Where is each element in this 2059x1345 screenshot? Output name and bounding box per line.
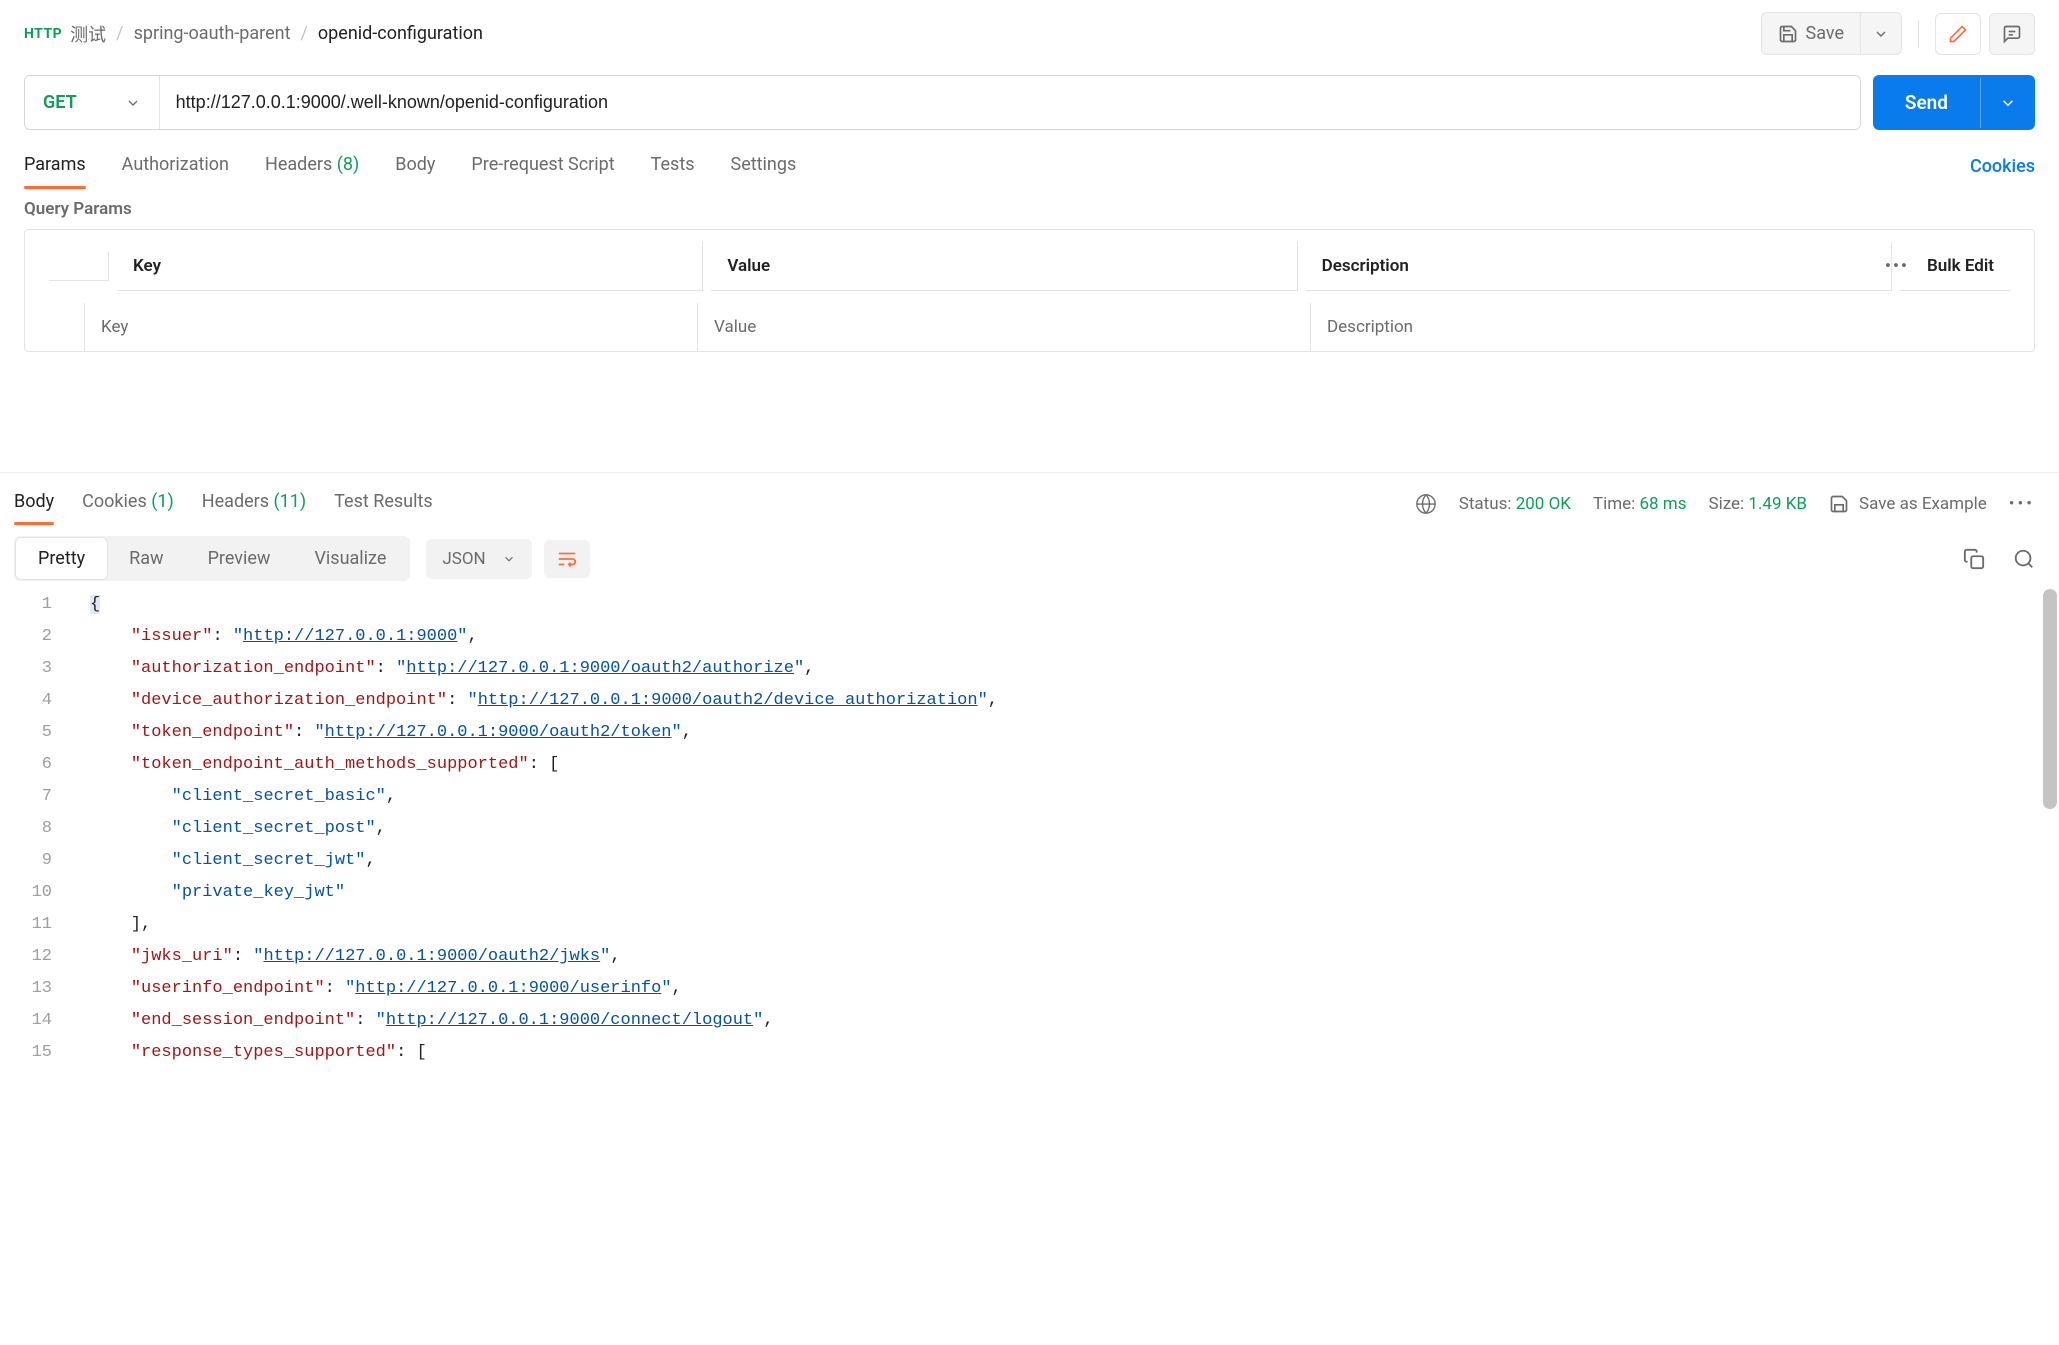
tab-body[interactable]: Body: [395, 146, 435, 187]
tab-params[interactable]: Params: [24, 146, 86, 187]
breadcrumb-root[interactable]: 测试: [70, 21, 106, 47]
cookies-link[interactable]: Cookies: [1970, 156, 2035, 177]
copy-icon[interactable]: [1963, 548, 1985, 570]
value-input[interactable]: Value: [698, 303, 1311, 351]
column-value: Value: [711, 242, 1297, 291]
send-dropdown-button[interactable]: [1980, 78, 2035, 128]
chevron-down-icon: [1873, 26, 1889, 42]
tab-headers-label: Headers: [265, 154, 332, 175]
key-input[interactable]: Key: [85, 303, 698, 351]
breadcrumb-sep: /: [300, 23, 307, 44]
breadcrumb-current: openid-configuration: [318, 23, 483, 44]
view-pretty[interactable]: Pretty: [16, 538, 107, 579]
breadcrumb-sep: /: [116, 23, 123, 44]
save-button-label: Save: [1806, 23, 1845, 44]
method-label: GET: [43, 92, 77, 113]
size-label: Size: 1.49 KB: [1709, 494, 1808, 514]
url-input[interactable]: [160, 76, 1860, 129]
search-icon[interactable]: [2013, 548, 2035, 570]
breadcrumb-parent[interactable]: spring-oauth-parent: [134, 23, 291, 44]
tab-prerequest[interactable]: Pre-request Script: [471, 146, 614, 187]
response-tab-headers[interactable]: Headers (11): [202, 483, 306, 524]
breadcrumb: 测试 / spring-oauth-parent / openid-config…: [70, 21, 1752, 47]
divider: [1918, 20, 1919, 48]
response-tab-cookies[interactable]: Cookies (1): [82, 483, 174, 524]
edit-button[interactable]: [1935, 13, 1981, 55]
content-type-select[interactable]: JSON: [426, 539, 531, 579]
tab-authorization[interactable]: Authorization: [122, 146, 229, 187]
tab-tests[interactable]: Tests: [651, 146, 695, 187]
save-as-example-button[interactable]: Save as Example: [1829, 494, 1987, 514]
scrollbar[interactable]: [2043, 589, 2057, 809]
comments-button[interactable]: [1989, 13, 2035, 55]
response-body[interactable]: 1{ 2 "issuer": "http://127.0.0.1:9000", …: [0, 589, 2059, 1069]
pencil-icon: [1948, 24, 1968, 44]
wrap-icon: [556, 548, 578, 570]
view-visualize[interactable]: Visualize: [292, 538, 408, 579]
response-tab-body[interactable]: Body: [14, 483, 54, 524]
chevron-down-icon: [502, 552, 516, 566]
save-dropdown-button[interactable]: [1861, 12, 1902, 55]
http-method-badge: HTTP: [24, 24, 62, 44]
more-icon[interactable]: •••: [1885, 256, 1909, 276]
view-preview[interactable]: Preview: [186, 538, 293, 579]
column-description: Description: [1306, 242, 1892, 291]
comment-icon: [2002, 24, 2022, 44]
globe-icon[interactable]: [1415, 493, 1437, 515]
table-row[interactable]: Key Value Description: [25, 303, 2034, 351]
more-actions-button[interactable]: •••: [2009, 494, 2035, 514]
send-button[interactable]: Send: [1873, 75, 1980, 130]
chevron-down-icon: [1999, 94, 2017, 112]
tab-settings[interactable]: Settings: [731, 146, 797, 187]
chevron-down-icon: [125, 95, 141, 111]
view-raw[interactable]: Raw: [107, 538, 185, 579]
line-wrap-button[interactable]: [544, 540, 590, 578]
response-tab-test-results[interactable]: Test Results: [334, 483, 432, 524]
description-input[interactable]: Description: [1311, 303, 2034, 351]
time-label: Time: 68 ms: [1593, 494, 1687, 514]
request-input: GET: [24, 75, 1861, 130]
save-icon: [1778, 24, 1798, 44]
status-label: Status: 200 OK: [1459, 494, 1571, 514]
save-icon: [1829, 494, 1849, 514]
tab-headers-count: (8): [337, 154, 360, 175]
column-key: Key: [117, 242, 703, 291]
tab-headers[interactable]: Headers (8): [265, 146, 359, 187]
send-button-group: Send: [1873, 75, 2035, 130]
query-params-table: Key Value Description ••• Bulk Edit Key …: [24, 229, 2035, 352]
query-params-title: Query Params: [0, 187, 2059, 229]
method-select[interactable]: GET: [25, 76, 160, 129]
save-button[interactable]: Save: [1761, 12, 1862, 55]
bulk-edit-button[interactable]: Bulk Edit: [1927, 256, 1994, 276]
